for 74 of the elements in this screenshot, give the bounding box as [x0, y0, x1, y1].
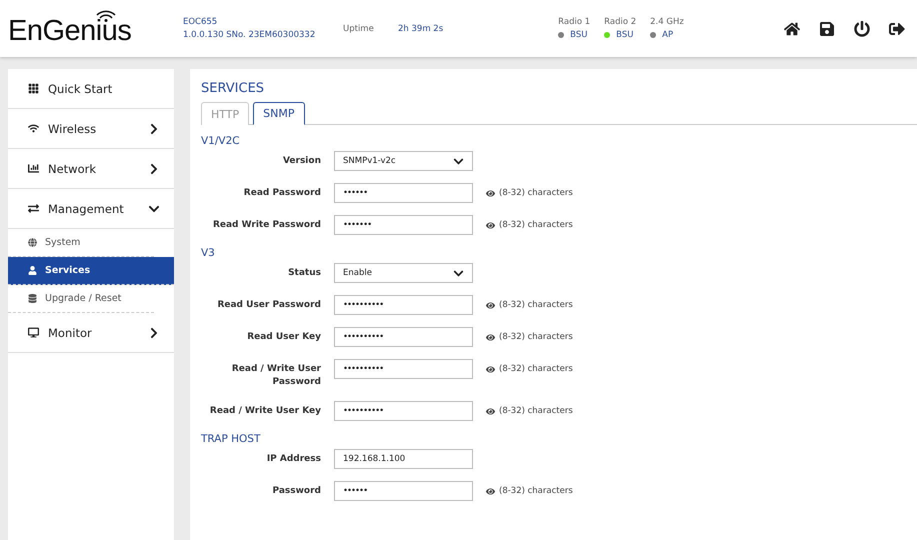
grid-icon [28, 83, 39, 94]
password-field[interactable]: •••••• [334, 481, 473, 501]
password-field[interactable]: ••••••• [334, 215, 473, 235]
menu-item[interactable]: Network [8, 149, 174, 189]
menu-item[interactable]: Management [8, 189, 174, 229]
hint-text: (8-32) characters [499, 486, 573, 496]
home-icon[interactable] [784, 20, 800, 36]
model-name: EOC655 [183, 16, 218, 28]
field-label: Read / Write User Key [208, 405, 321, 418]
radio-label: 2.4 GHz [650, 17, 684, 27]
field-label: Read User Password [216, 299, 321, 312]
menu-item[interactable]: Wireless [8, 109, 174, 149]
field-label: Read Password [242, 187, 321, 200]
globe-icon [28, 238, 37, 247]
password-field[interactable]: •••••••••• [334, 401, 473, 421]
caret-icon [453, 156, 464, 166]
section-heading: TRAP HOST [201, 433, 262, 445]
chevron-icon [148, 162, 160, 174]
wifi-icon [28, 123, 39, 134]
section-heading: V1/V2C [201, 135, 241, 147]
radio-mode: BSU [570, 30, 588, 40]
field-label: IP Address [266, 453, 321, 466]
field-label: Status [287, 267, 321, 280]
radio-mode: AP [662, 30, 674, 40]
firmware-serial: 1.0.0.130 SNo. 23EM60300332 [183, 28, 316, 42]
hint-text: (8-32) characters [499, 300, 573, 310]
password-field[interactable]: •••••••••• [334, 295, 473, 315]
chevron-icon [148, 122, 160, 134]
menu-item[interactable]: Quick Start [8, 69, 174, 109]
database-icon [28, 294, 37, 303]
caret-icon [453, 268, 464, 278]
menu-item[interactable]: Monitor [8, 313, 174, 353]
radio-label: Radio 1 [558, 17, 590, 27]
eye-icon[interactable] [486, 188, 495, 198]
eye-icon[interactable] [486, 486, 495, 496]
field-label: Read Write Password [212, 219, 321, 232]
eye-icon[interactable] [486, 364, 495, 374]
eye-icon[interactable] [486, 220, 495, 230]
uptime-label: Uptime [343, 24, 375, 34]
logout-icon[interactable] [889, 20, 905, 36]
tab[interactable]: SNMP [253, 102, 304, 125]
field-label: Version [282, 155, 321, 168]
password-field[interactable]: •••••••••• [334, 327, 473, 347]
hint-text: (8-32) characters [499, 188, 573, 198]
eye-icon[interactable] [486, 332, 495, 342]
save-icon[interactable] [819, 20, 835, 36]
eye-icon[interactable] [486, 300, 495, 310]
arrows-icon [28, 203, 39, 214]
chevron-icon [148, 326, 160, 338]
radio-label: Radio 2 [604, 17, 636, 27]
section-heading: V3 [201, 247, 216, 259]
password-field[interactable]: •••••• [334, 183, 473, 203]
bar-chart-icon [28, 163, 39, 174]
field-label: Read / Write User Password [230, 363, 321, 389]
hint-text: (8-32) characters [499, 364, 573, 374]
hint-text: (8-32) characters [499, 406, 573, 416]
submenu-item[interactable]: Upgrade / Reset [8, 285, 154, 313]
hint-text: (8-32) characters [499, 332, 573, 342]
radio-mode: BSU [616, 30, 634, 40]
submenu-item[interactable]: Services [8, 257, 174, 285]
logo: EnGenius [8, 15, 132, 47]
password-field[interactable]: •••••••••• [334, 359, 473, 379]
eye-icon[interactable] [486, 406, 495, 416]
select-field[interactable]: SNMPv1-v2c [334, 151, 473, 171]
monitor-icon [28, 327, 39, 338]
uptime-value: 2h 39m 2s [398, 24, 444, 34]
input-field[interactable]: 192.168.1.100 [334, 449, 473, 469]
select-field[interactable]: Enable [334, 263, 473, 283]
page-title: SERVICES [201, 81, 266, 96]
user-icon [28, 266, 37, 275]
field-label: Password [271, 485, 321, 498]
field-label: Read User Key [246, 331, 321, 344]
hint-text: (8-32) characters [499, 220, 573, 230]
power-icon[interactable] [854, 20, 870, 36]
